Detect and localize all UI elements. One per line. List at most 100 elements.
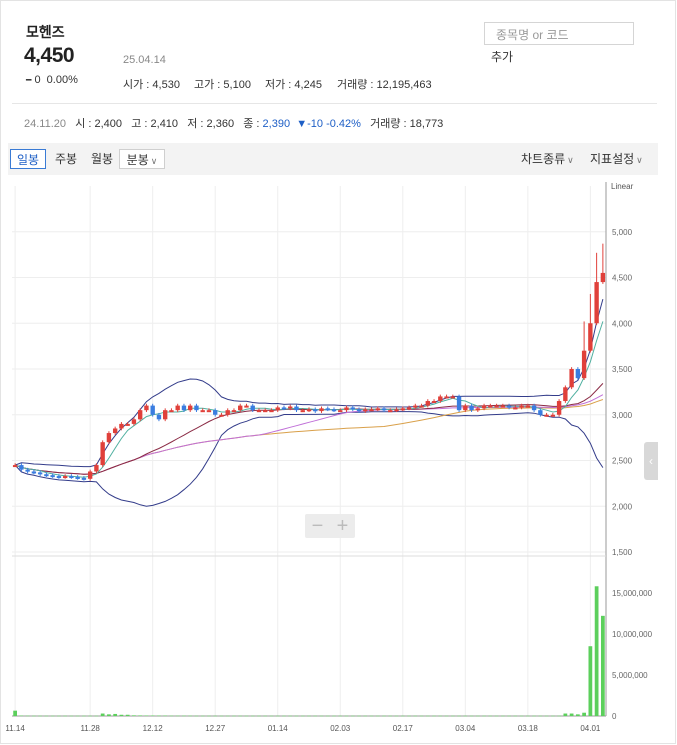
candle <box>75 476 80 479</box>
candle <box>137 410 143 420</box>
candle <box>444 396 449 399</box>
date-tick-label: 04.01 <box>580 724 601 733</box>
volume-bar <box>182 715 186 717</box>
volume-bar <box>313 715 318 717</box>
candle <box>519 405 524 408</box>
candle <box>475 408 481 411</box>
candle <box>469 405 474 411</box>
candle <box>269 410 274 413</box>
volume-bar <box>175 715 180 717</box>
date-tick-label: 01.14 <box>268 724 289 733</box>
candle <box>62 476 68 479</box>
candle <box>506 405 512 408</box>
volume-bar <box>413 715 418 717</box>
candle <box>438 396 443 402</box>
date-tick-label: 12.12 <box>143 724 164 733</box>
price-tick-label: 4,500 <box>612 274 633 283</box>
volume-tick-label: 10,000,000 <box>612 630 653 639</box>
volume-bar <box>569 713 574 716</box>
volume-bar <box>57 715 61 717</box>
candle <box>463 405 468 411</box>
candle <box>213 410 218 415</box>
volume-bar <box>319 715 324 717</box>
candle <box>600 272 606 283</box>
volume-bar <box>600 615 605 716</box>
volume-bar <box>450 715 455 717</box>
volume-bar <box>544 715 549 717</box>
volume-bar <box>469 715 474 717</box>
candle <box>37 472 43 475</box>
price-tick-label: 3,000 <box>612 411 633 420</box>
candle <box>400 408 405 411</box>
volume-bar <box>94 715 99 717</box>
volume-bar <box>475 715 480 717</box>
volume-bar <box>238 715 243 717</box>
candle <box>344 407 349 411</box>
candle <box>119 423 124 429</box>
volume-bar <box>325 715 330 717</box>
volume-bar <box>219 715 224 717</box>
bollinger-upper <box>14 298 604 468</box>
volume-bar <box>207 715 211 717</box>
candle <box>500 405 506 408</box>
candle <box>313 409 318 412</box>
volume-bar <box>263 715 268 717</box>
volume-bar <box>113 713 118 716</box>
volume-bar <box>44 715 49 717</box>
candle <box>250 405 255 411</box>
volume-bar <box>369 715 374 717</box>
candle <box>106 433 112 443</box>
volume-bar <box>550 715 555 717</box>
candle <box>112 428 118 434</box>
volume-tick-label: 0 <box>612 712 617 721</box>
candle <box>556 401 562 415</box>
candle <box>19 465 24 470</box>
volume-bar <box>157 715 161 717</box>
candle <box>69 476 74 479</box>
volume-tick-label: 15,000,000 <box>612 589 653 598</box>
volume-bar <box>100 713 105 716</box>
candle <box>169 410 174 413</box>
candle <box>594 282 599 324</box>
volume-bar <box>507 715 511 717</box>
volume-bar <box>88 715 93 717</box>
volume-bar <box>132 715 136 716</box>
volume-bar <box>19 715 24 717</box>
candle <box>181 405 187 411</box>
price-tick-label: 2,000 <box>612 502 633 511</box>
volume-bar <box>382 715 386 717</box>
price-chart[interactable]: 1,500 2,000 2,500 3,000 3,500 4,000 4,500 5,000… <box>0 0 677 745</box>
candle <box>319 408 324 412</box>
volume-bar <box>375 715 380 717</box>
volume-bar <box>13 710 18 716</box>
zoom-out-button[interactable]: − <box>305 514 330 538</box>
volume-bar <box>594 586 599 716</box>
volume-bar <box>588 646 593 716</box>
candle <box>188 405 193 411</box>
volume-bar <box>494 715 499 717</box>
date-tick-label: 02.17 <box>393 724 414 733</box>
candle <box>531 405 537 411</box>
volume-bar <box>188 715 193 717</box>
volume-bar <box>582 712 586 716</box>
collapse-panel-button[interactable]: ‹ <box>644 442 658 480</box>
candle <box>263 410 268 413</box>
candle <box>44 474 49 477</box>
candle <box>50 475 55 478</box>
volume-bar <box>213 715 218 717</box>
price-tick-label: 1,500 <box>612 548 633 557</box>
zoom-in-button[interactable]: + <box>330 514 355 538</box>
volume-bar <box>125 714 130 716</box>
volume-bar <box>200 715 205 717</box>
candle <box>488 405 493 408</box>
volume-bar <box>525 715 530 717</box>
candle <box>388 410 393 413</box>
candle <box>356 409 362 412</box>
candle <box>494 405 499 408</box>
volume-bar <box>513 715 518 717</box>
volume-bar <box>307 715 311 717</box>
volume-bar <box>232 715 236 717</box>
candle <box>288 406 293 409</box>
candle <box>281 407 287 410</box>
volume-bar <box>457 715 461 717</box>
